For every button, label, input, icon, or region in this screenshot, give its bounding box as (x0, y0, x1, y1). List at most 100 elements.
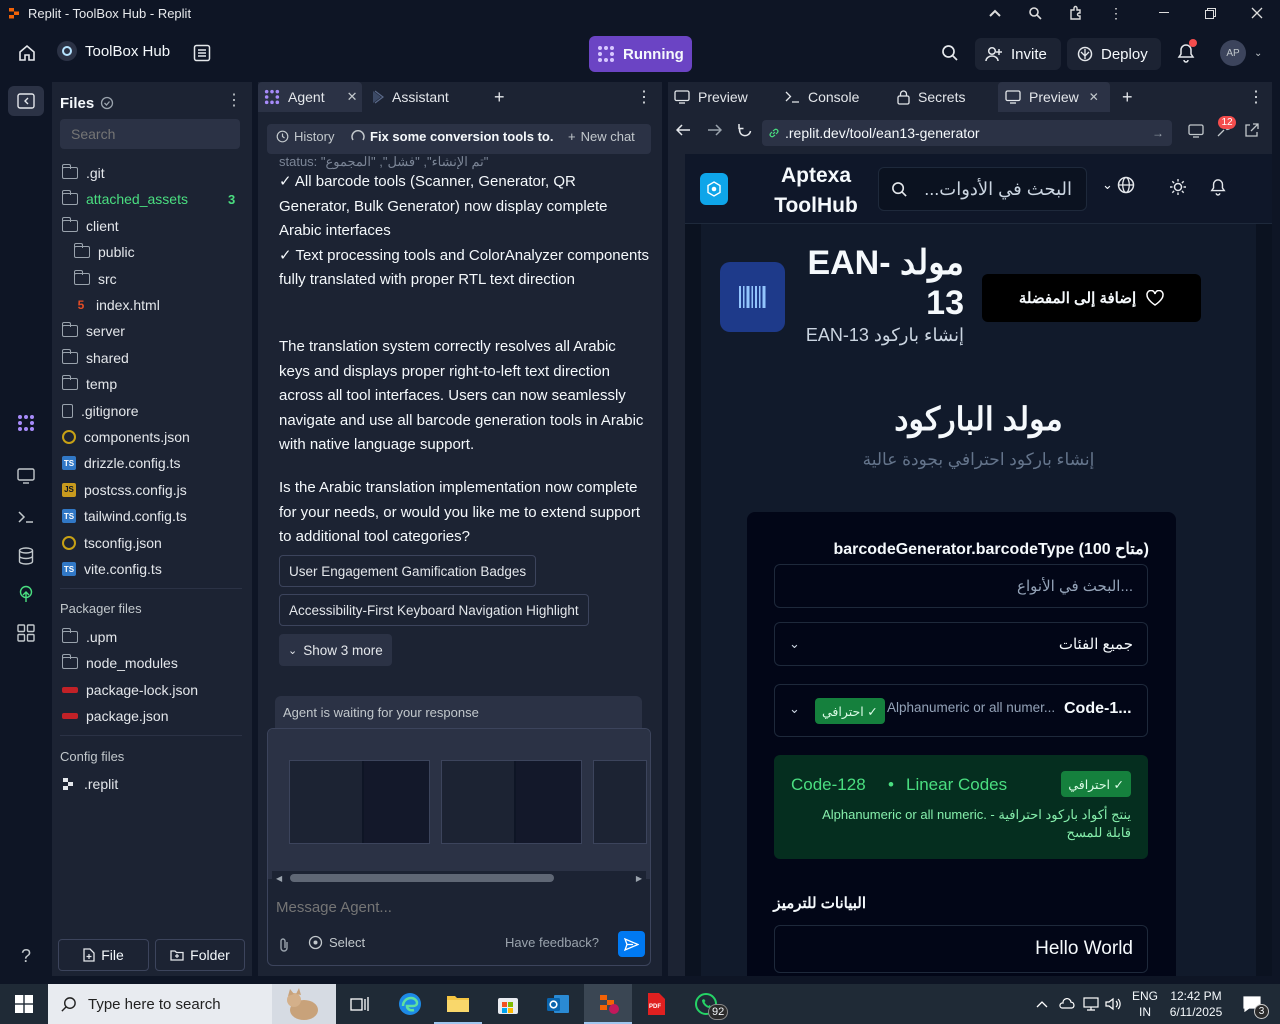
send-button[interactable] (618, 931, 645, 957)
edge-browser-icon[interactable] (386, 984, 434, 1024)
url-go-icon[interactable]: → (1152, 126, 1164, 140)
file-tree-item[interactable]: public (73, 240, 135, 264)
site-brand[interactable]: Aptexa ToolHub (761, 161, 871, 221)
help-icon[interactable]: ? (14, 944, 38, 968)
microsoft-store-icon[interactable] (484, 984, 532, 1024)
agent-more-icon[interactable]: ⋮ (636, 82, 652, 112)
tab-preview-active[interactable]: Preview ✕ (1005, 82, 1099, 112)
add-tab-icon[interactable]: + (494, 82, 505, 112)
outlook-icon[interactable] (534, 984, 582, 1024)
invite-button[interactable]: Invite (975, 38, 1061, 70)
back-arrow-icon[interactable] (676, 124, 691, 136)
theme-sun-icon[interactable] (1169, 178, 1187, 196)
attachment-thumbnail[interactable] (593, 760, 647, 844)
add-to-favorites-button[interactable]: إضافة إلى المفضلة (982, 274, 1201, 322)
file-tree-item[interactable]: server (61, 319, 125, 343)
reload-icon[interactable] (737, 123, 753, 139)
forward-arrow-icon[interactable] (707, 124, 722, 136)
file-tree-item[interactable]: src (73, 267, 117, 291)
barcode-type-select[interactable]: ⌄ احترافي ✓ Alphanumeric or all numer...… (774, 684, 1148, 737)
user-menu[interactable]: AP ⌄ (1220, 40, 1262, 66)
file-tree-item[interactable]: package.json (62, 704, 169, 728)
project-switcher[interactable]: ToolBox Hub (57, 41, 170, 61)
file-tree-item[interactable]: JS postcss.config.js (62, 478, 187, 502)
action-center-icon[interactable]: 3 (1232, 984, 1272, 1024)
attachments-scrollbar[interactable]: ◀ ▶ (272, 871, 646, 885)
notifications-bell-icon[interactable] (1177, 39, 1197, 63)
file-tree-item[interactable]: .replit (62, 772, 118, 796)
file-tree-item[interactable]: attached_assets 3 (61, 187, 235, 211)
taskbar-search-box[interactable]: Type here to search (48, 984, 336, 1024)
attach-paperclip-icon[interactable] (278, 937, 290, 953)
type-search-input[interactable]: البحث في الأنواع... (774, 564, 1148, 608)
onedrive-status-icon[interactable] (1056, 984, 1078, 1024)
show-hidden-icons[interactable] (1030, 984, 1054, 1024)
file-tree-item[interactable]: package-lock.json (62, 678, 198, 702)
windows-start-icon[interactable] (0, 984, 48, 1024)
whatsapp-icon[interactable]: 92 (682, 984, 730, 1024)
tab-assistant[interactable]: Assistant (372, 82, 449, 112)
devices-icon[interactable] (1188, 124, 1204, 138)
url-bar[interactable]: .replit.dev/tool/ean13-generator → (762, 120, 1172, 146)
file-tree-item[interactable]: TS tailwind.config.ts (62, 504, 187, 528)
file-tree-item[interactable]: .git (61, 161, 105, 185)
close-tab-icon[interactable]: ✕ (347, 89, 358, 105)
category-select[interactable]: ⌄ جميع الفئات (774, 622, 1148, 666)
chat-scroll-area[interactable]: status: "تم الإنشاء", "فشل", "المجموع" ✓… (258, 152, 662, 766)
feedback-link[interactable]: Have feedback? (505, 935, 599, 950)
search-icon[interactable] (941, 44, 959, 62)
tab-preview[interactable]: Preview (674, 82, 748, 112)
restore-button[interactable] (1187, 0, 1233, 26)
chat-title[interactable]: Fix some conversion tools to... (351, 129, 554, 144)
attachment-thumbnail[interactable] (441, 760, 582, 844)
taskbar-clock[interactable]: 12:42 PM 6/11/2025 (1163, 988, 1229, 1020)
suggestion-chip[interactable]: User Engagement Gamification Badges (279, 555, 537, 587)
task-view-icon[interactable] (336, 984, 384, 1024)
file-tree-item[interactable]: client (61, 214, 119, 238)
new-file-button[interactable]: File (58, 939, 149, 971)
agent-icon[interactable] (14, 411, 38, 435)
file-tree-item[interactable]: TS vite.config.ts (62, 557, 162, 581)
open-external-icon[interactable] (1244, 123, 1259, 138)
preview-more-icon[interactable]: ⋮ (1248, 82, 1264, 112)
site-bell-icon[interactable] (1210, 178, 1226, 196)
tab-agent[interactable]: Agent ✕ (264, 82, 358, 112)
file-explorer-icon[interactable] (434, 984, 482, 1024)
more-vertical-icon[interactable]: ⋮ (1093, 0, 1139, 26)
workspace-layout-icon[interactable] (193, 44, 211, 62)
network-icon[interactable] (1080, 984, 1102, 1024)
deploy-button[interactable]: Deploy (1067, 38, 1161, 70)
tab-console[interactable]: Console (785, 82, 859, 112)
console-icon[interactable] (14, 505, 38, 529)
new-chat-button[interactable]: + New chat (568, 129, 635, 144)
show-more-button[interactable]: ⌄ Show 3 more (279, 634, 392, 666)
file-tree-item[interactable]: tsconfig.json (62, 531, 162, 555)
data-to-encode-input[interactable]: Hello World (774, 925, 1148, 973)
file-tree-item[interactable]: node_modules (61, 651, 178, 675)
all-tools-grid-icon[interactable] (14, 621, 38, 645)
file-tree-item[interactable]: TS drizzle.config.ts (62, 451, 180, 475)
add-tab-icon[interactable]: + (1122, 82, 1133, 112)
replit-app-icon[interactable] (584, 984, 632, 1024)
preview-monitor-icon[interactable] (14, 464, 38, 488)
database-icon[interactable] (14, 544, 38, 568)
minimize-button[interactable] (1141, 0, 1187, 26)
language-switcher[interactable]: ⌄ (1102, 176, 1135, 194)
tab-secrets[interactable]: Secrets (897, 82, 965, 112)
history-button[interactable]: History (276, 129, 334, 144)
collapse-sidebar-icon[interactable] (8, 86, 44, 116)
file-tree-item[interactable]: shared (61, 346, 129, 370)
run-status-button[interactable]: Running (589, 36, 692, 72)
site-logo-icon[interactable] (700, 173, 728, 205)
files-search-input[interactable] (60, 119, 240, 149)
file-tree-item[interactable]: .gitignore (62, 399, 139, 423)
message-agent-input[interactable] (276, 895, 636, 919)
pdf-app-icon[interactable]: PDF (632, 984, 680, 1024)
file-tree-item[interactable]: components.json (62, 425, 190, 449)
deploy-tree-icon[interactable] (14, 582, 38, 606)
file-tree-item[interactable]: temp (61, 372, 117, 396)
close-tab-icon[interactable]: ✕ (1089, 90, 1099, 104)
devtools-wrench-icon[interactable]: 12 (1216, 116, 1236, 138)
attachment-thumbnail[interactable] (289, 760, 430, 844)
close-window-button[interactable] (1234, 0, 1280, 26)
